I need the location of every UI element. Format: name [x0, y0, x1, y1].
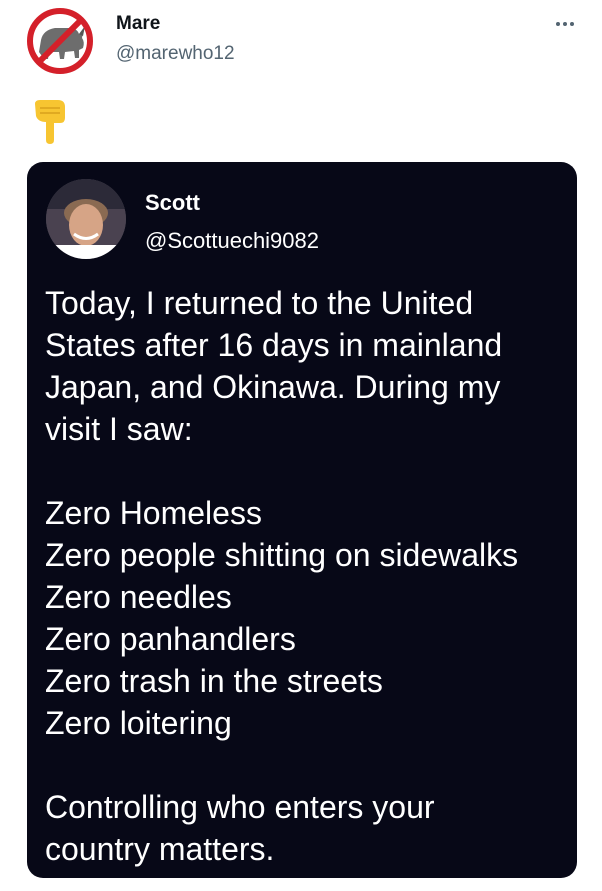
more-horizontal-icon — [556, 22, 560, 26]
more-options-button[interactable] — [548, 10, 582, 38]
pointing-down-emoji — [32, 98, 68, 146]
author-name[interactable]: Mare — [116, 13, 160, 35]
quoted-text-line: Japan, and Okinawa. During my — [45, 369, 501, 405]
quoted-text-line: States after 16 days in mainland — [45, 327, 503, 363]
quoted-text-line: Zero panhandlers — [45, 621, 296, 657]
quoted-text-line: Today, I returned to the United — [45, 285, 474, 321]
quoted-text-line: Zero trash in the streets — [45, 663, 383, 699]
avatar[interactable] — [25, 6, 95, 76]
quoted-text-line: Zero people shitting on sidewalks — [45, 537, 519, 573]
quoted-text-line: visit I saw: — [45, 411, 193, 447]
quoted-author-name: Scott — [145, 190, 200, 215]
quoted-text-line: Controlling who enters your — [45, 789, 435, 825]
quoted-text-line: Zero Homeless — [45, 495, 262, 531]
quoted-text-line: country matters. — [45, 831, 275, 867]
author-handle[interactable]: @marewho12 — [116, 43, 235, 65]
crossed-out-rhino-icon — [27, 8, 93, 74]
quoted-avatar[interactable] — [46, 179, 126, 259]
quoted-author-handle: @Scottuechi9082 — [145, 228, 320, 253]
quoted-tweet-text: Today, I returned to the United States a… — [45, 282, 570, 870]
quoted-text-line: Zero loitering — [45, 705, 232, 741]
tweet: Mare @marewho12 Scott @Scottuechi9082 To… — [0, 0, 602, 891]
quoted-tweet-card[interactable]: Scott @Scottuechi9082 Today, I returned … — [27, 162, 577, 878]
profile-photo — [46, 179, 126, 259]
quoted-text-line: Zero needles — [45, 579, 232, 615]
